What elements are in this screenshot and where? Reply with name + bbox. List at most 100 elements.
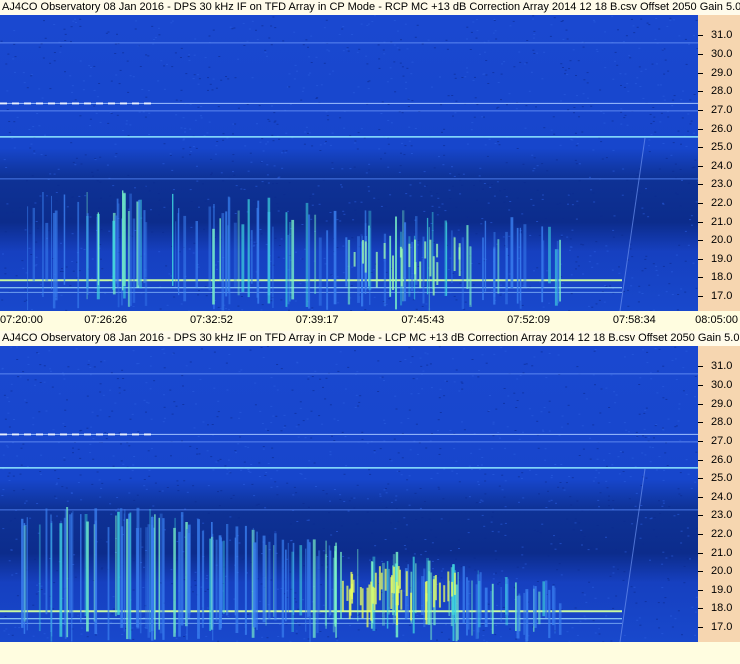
noise-speckle <box>323 257 326 259</box>
noise-speckle <box>541 523 544 525</box>
noise-speckle <box>267 118 270 120</box>
noise-speckle <box>300 99 303 101</box>
noise-speckle <box>475 502 478 504</box>
noise-speckle <box>552 584 555 586</box>
noise-speckle <box>80 429 83 431</box>
noise-speckle <box>671 626 674 628</box>
noise-speckle <box>516 197 519 199</box>
noise-speckle <box>647 436 650 438</box>
noise-speckle <box>525 105 528 107</box>
noise-speckle <box>158 27 160 29</box>
noise-speckle <box>226 473 229 475</box>
noise-speckle <box>341 28 344 30</box>
noise-speckle <box>40 589 43 590</box>
noise-speckle <box>624 114 627 116</box>
noise-speckle <box>680 542 683 544</box>
noise-speckle <box>644 267 647 269</box>
noise-speckle <box>471 375 474 377</box>
noise-speckle <box>322 528 325 530</box>
noise-speckle <box>417 393 420 395</box>
burst-streak <box>467 580 470 630</box>
noise-speckle <box>182 139 185 141</box>
noise-speckle <box>483 525 486 527</box>
noise-speckle <box>372 520 375 522</box>
noise-speckle <box>80 499 83 501</box>
noise-speckle <box>327 119 330 121</box>
noise-speckle <box>398 470 401 472</box>
noise-speckle <box>203 228 205 230</box>
noise-speckle <box>641 293 644 294</box>
noise-speckle <box>182 385 184 387</box>
noise-speckle <box>478 263 481 265</box>
burst-streak <box>23 525 27 622</box>
noise-speckle <box>429 363 432 365</box>
noise-speckle <box>89 367 92 368</box>
noise-speckle <box>421 305 424 307</box>
noise-speckle <box>7 53 10 55</box>
noise-speckle <box>338 33 341 35</box>
rcp-spectrogram <box>0 15 698 311</box>
noise-speckle <box>612 170 615 172</box>
noise-speckle <box>301 258 304 260</box>
noise-speckle <box>536 530 539 532</box>
noise-speckle <box>567 404 570 406</box>
noise-speckle <box>518 51 521 53</box>
noise-speckle <box>518 501 520 503</box>
noise-speckle <box>653 437 655 439</box>
noise-speckle <box>612 149 615 151</box>
burst-core <box>419 261 422 289</box>
noise-speckle <box>201 183 204 185</box>
noise-speckle <box>4 231 7 233</box>
noise-speckle <box>521 213 524 215</box>
noise-speckle <box>460 381 463 383</box>
noise-speckle <box>137 363 140 365</box>
noise-speckle <box>148 134 151 135</box>
burst-streak <box>172 193 174 286</box>
dash-mark <box>96 433 103 436</box>
noise-speckle <box>28 129 31 130</box>
noise-speckle <box>584 619 587 621</box>
noise-speckle <box>665 398 668 400</box>
noise-speckle <box>329 451 332 453</box>
noise-speckle <box>6 90 9 92</box>
noise-speckle <box>93 89 96 91</box>
burst-core <box>391 575 393 593</box>
noise-speckle <box>13 147 16 149</box>
noise-speckle <box>4 418 7 420</box>
burst-streak <box>426 217 429 295</box>
noise-speckle <box>183 480 186 482</box>
noise-speckle <box>247 469 250 470</box>
burst-streak <box>287 542 289 613</box>
noise-speckle <box>654 38 657 40</box>
noise-speckle <box>693 132 695 134</box>
noise-speckle <box>568 476 571 477</box>
noise-speckle <box>595 241 598 243</box>
noise-speckle <box>67 103 70 105</box>
noise-speckle <box>80 627 83 629</box>
burst-core <box>453 572 456 595</box>
dash-mark <box>96 102 103 105</box>
noise-speckle <box>626 124 629 126</box>
noise-speckle <box>517 476 520 478</box>
noise-speckle <box>574 518 577 520</box>
noise-speckle <box>576 143 579 145</box>
burst-streak <box>516 227 519 304</box>
noise-speckle <box>263 288 266 290</box>
rcp-frequency-axis: 31.0 30.0 29.0 28.0 27.0 26.0 25.0 24.0 23.0 22.0… <box>698 15 740 311</box>
noise-speckle <box>417 266 420 267</box>
noise-speckle <box>681 117 684 119</box>
noise-speckle <box>430 478 433 479</box>
burst-core <box>436 243 439 258</box>
noise-speckle <box>508 93 511 95</box>
noise-speckle <box>185 73 188 75</box>
noise-speckle <box>642 435 645 437</box>
noise-speckle <box>319 150 322 151</box>
noise-speckle <box>628 54 631 56</box>
noise-speckle <box>656 392 659 394</box>
noise-speckle <box>173 401 176 403</box>
noise-speckle <box>380 205 383 207</box>
noise-speckle <box>686 527 689 529</box>
noise-speckle <box>646 351 649 353</box>
noise-speckle <box>582 273 585 275</box>
noise-speckle <box>516 378 519 380</box>
